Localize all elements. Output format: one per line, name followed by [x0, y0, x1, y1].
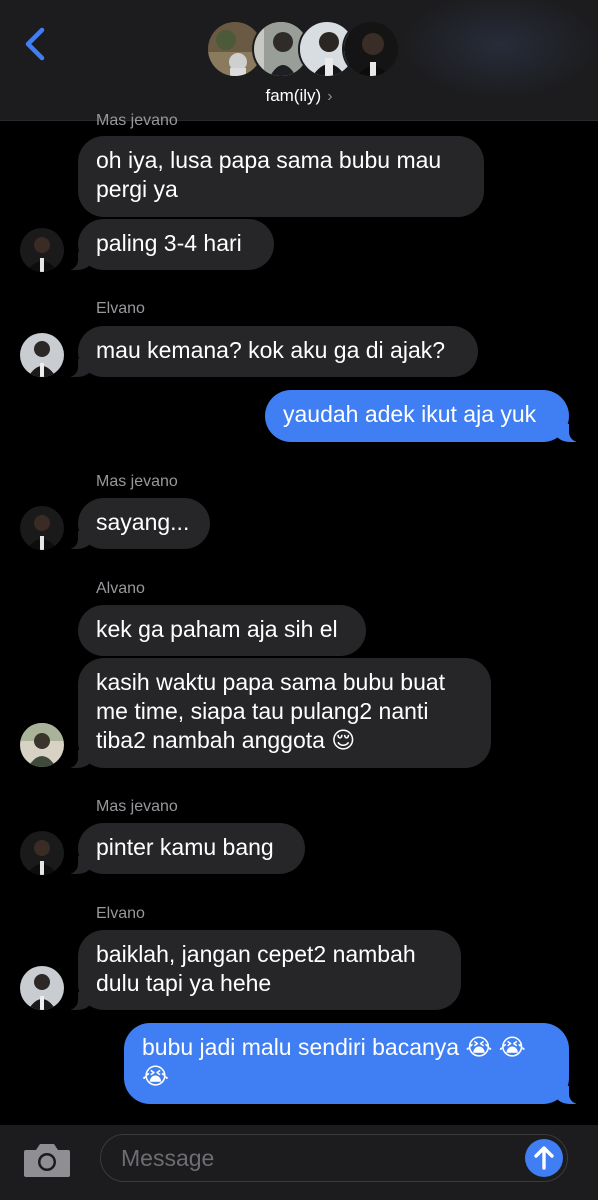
message-line: bubu jadi malu sendiri bacanya 😭 😭	[142, 1034, 526, 1060]
message-text: baiklah, jangan cepet2 nambah dulu tapi y…	[96, 941, 416, 996]
message-line: kasih waktu papa sama bubu buat	[96, 669, 446, 695]
message-line: oh iya, lusa papa sama bubu mau	[96, 147, 442, 173]
send-arrow-icon	[534, 1146, 554, 1170]
avatar-mas-jevano[interactable]	[20, 228, 64, 272]
sender-name: Elvano	[96, 905, 145, 922]
avatar-elvano[interactable]	[20, 333, 64, 377]
send-button[interactable]	[525, 1139, 563, 1177]
chevron-right-icon: ›	[327, 88, 333, 105]
message-text: kasih waktu papa sama bubu buat me time, …	[96, 669, 445, 753]
sender-name: Alvano	[96, 580, 145, 597]
message-placeholder: Message	[121, 1145, 215, 1171]
group-name[interactable]: fam(ily) ›	[0, 86, 598, 106]
message-text: paling 3-4 hari	[96, 230, 242, 256]
avatar-mas-jevano[interactable]	[20, 506, 64, 550]
message-bubble-incoming[interactable]: mau kemana? kok aku ga di ajak?	[64, 326, 478, 377]
message-bubble-incoming[interactable]: pinter kamu bang	[64, 823, 305, 874]
message-text: pinter kamu bang	[96, 834, 274, 860]
conversation-header: fam(ily) ›	[0, 0, 598, 121]
header-blurred-area	[400, 0, 598, 100]
message-bubble-incoming[interactable]: baiklah, jangan cepet2 nambah dulu tapi y…	[64, 930, 461, 1010]
back-chevron-icon[interactable]	[18, 26, 52, 62]
avatar-elvano[interactable]	[20, 966, 64, 1010]
message-line: baiklah, jangan cepet2 nambah	[96, 941, 416, 967]
message-bubble-outgoing[interactable]: yaudah adek ikut aja yuk	[265, 390, 583, 442]
message-input[interactable]: Message	[100, 1134, 568, 1182]
message-text: bubu jadi malu sendiri bacanya 😭 😭 😭	[142, 1034, 526, 1089]
avatar-mas-jevano[interactable]	[20, 831, 64, 875]
message-text: kek ga paham aja sih el	[96, 616, 338, 642]
message-bubble-incoming[interactable]: kek ga paham aja sih el	[78, 605, 366, 656]
avatar-alvano[interactable]	[20, 723, 64, 767]
sender-name: Mas jevano	[96, 473, 178, 490]
message-line: pergi ya	[96, 176, 178, 202]
group-avatars[interactable]	[206, 20, 400, 80]
message-line: dulu tapi ya hehe	[96, 970, 272, 996]
message-bubble-incoming[interactable]: paling 3-4 hari	[64, 219, 274, 270]
sender-name: Mas jevano	[96, 798, 178, 815]
message-text: mau kemana? kok aku ga di ajak?	[96, 337, 446, 363]
camera-icon[interactable]	[22, 1141, 72, 1179]
message-text: sayang...	[96, 509, 190, 535]
message-line: 😭	[142, 1063, 169, 1089]
message-text: yaudah adek ikut aja yuk	[283, 401, 537, 427]
message-input-bar: Message	[0, 1125, 598, 1200]
group-avatar-4	[342, 20, 400, 78]
message-bubble-incoming[interactable]: kasih waktu papa sama bubu buat me time, …	[64, 658, 491, 768]
message-text: oh iya, lusa papa sama bubu mau pergi ya	[96, 147, 441, 202]
message-line: tiba2 nambah anggota 😌	[96, 727, 356, 753]
message-bubble-incoming[interactable]: sayang...	[64, 498, 210, 549]
group-name-label: fam(ily)	[265, 86, 322, 105]
sender-name: Elvano	[96, 300, 145, 317]
message-line: me time, siapa tau pulang2 nanti	[96, 698, 429, 724]
sender-name: Mas jevano	[96, 112, 178, 129]
message-bubble-incoming[interactable]: oh iya, lusa papa sama bubu mau pergi ya	[78, 136, 484, 217]
message-bubble-outgoing[interactable]: bubu jadi malu sendiri bacanya 😭 😭 😭	[124, 1023, 583, 1104]
